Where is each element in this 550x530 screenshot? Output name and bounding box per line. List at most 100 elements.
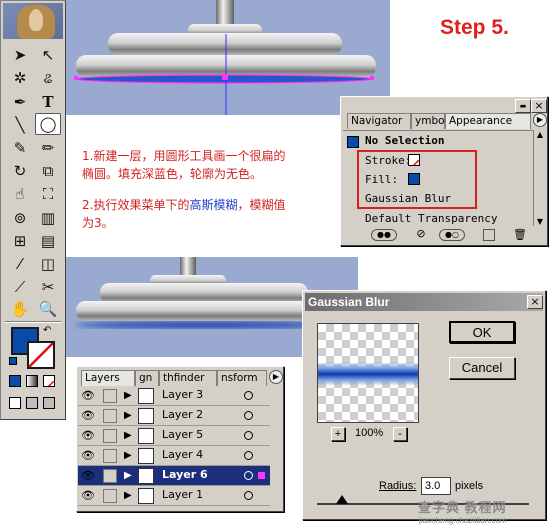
tab-layers[interactable]: Layers [81,370,135,386]
dialog-title: Gaussian Blur [305,293,543,311]
radius-input[interactable]: 3.0 [421,477,451,495]
watermark-line-2: jiaocheng.chazidian.com [419,516,507,525]
duplicate-item-icon[interactable] [483,229,495,241]
target-circle-icon[interactable] [244,391,253,400]
tab-appearance[interactable]: Appearance [445,113,531,129]
scissors-tool[interactable]: ✂ [35,276,61,298]
layer-row[interactable]: 👁 ▶ Layer 3 [78,386,270,406]
layer-row[interactable]: 👁 ▶ Layer 1 [78,486,270,506]
none-mode-button[interactable] [43,375,55,387]
layers-menu-button[interactable]: ▶ [269,370,283,384]
panel-minimize-button[interactable]: ▬ [515,99,531,113]
layer-thumbnail [138,448,154,464]
panel-menu-button[interactable]: ▶ [533,113,547,127]
zoom-out-button[interactable]: - [393,427,407,441]
mesh-tool[interactable]: ⊞ [7,230,33,252]
default-colors-icon[interactable] [9,357,17,365]
clear-appearance-icon[interactable]: ⊘ [413,228,429,241]
line-tool[interactable]: ╲ [7,114,33,136]
expand-arrow-icon[interactable]: ▶ [124,430,132,441]
visibility-eye-icon[interactable]: 👁 [81,389,95,402]
radius-label: Radius: [379,480,417,492]
target-circle-icon[interactable] [244,431,253,440]
layer-row[interactable]: 👁 ▶ Layer 4 [78,446,270,466]
visibility-eye-icon[interactable]: 👁 [81,429,95,442]
panel-scrollbar[interactable]: ▲ ▼ [533,130,546,226]
gradient-mode-button[interactable] [26,375,38,387]
lasso-tool[interactable]: ଌ [35,67,61,89]
target-circle-icon[interactable] [244,411,253,420]
selection-tool[interactable]: ➤ [7,44,33,66]
layer-row[interactable]: 👁 ▶ Layer 2 [78,406,270,426]
fill-attribute-label[interactable]: Fill: [365,173,398,186]
layer-thumbnail [138,408,154,424]
layer-row[interactable]: 👁 ▶ Layer 6 [78,466,270,486]
zoom-tool[interactable]: 🔍 [35,298,61,320]
target-circle-icon[interactable] [244,471,253,480]
stroke-attribute-label[interactable]: Stroke: [365,154,411,167]
expand-arrow-icon[interactable]: ▶ [124,490,132,501]
lock-toggle[interactable] [103,429,117,443]
panel-close-button[interactable]: × [531,99,547,113]
eyedropper-tool[interactable]: ⁄ [7,253,33,275]
column-graph-tool[interactable]: ▥ [35,207,61,229]
blend-tool[interactable]: ◫ [35,253,61,275]
lock-toggle[interactable] [103,389,117,403]
tab-transform[interactable]: nsform [217,370,267,386]
layer-row[interactable]: 👁 ▶ Layer 5 [78,426,270,446]
visibility-eye-icon[interactable]: 👁 [81,449,95,462]
expand-arrow-icon[interactable]: ▶ [124,390,132,401]
scale-tool[interactable]: ⧉ [35,160,61,182]
screen-mode-full[interactable] [43,397,55,409]
cancel-button[interactable]: Cancel [449,357,515,379]
gaussian-blur-highlight: 高斯模糊 [189,198,238,212]
lock-toggle[interactable] [103,449,117,463]
paintbrush-tool[interactable]: ✎ [7,137,33,159]
target-circle-icon[interactable] [244,491,253,500]
type-tool[interactable]: T [35,91,61,113]
free-transform-tool[interactable]: ⛶ [35,183,61,205]
tab-navigator[interactable]: Navigator [347,113,411,129]
visibility-eye-icon[interactable]: 👁 [81,409,95,422]
layer-name: Layer 5 [162,428,204,441]
screen-mode-standard[interactable] [9,397,21,409]
symbol-sprayer-tool[interactable]: ⊚ [7,207,33,229]
tab-align[interactable]: gn [135,370,159,386]
gaussian-blur-effect-item[interactable]: Gaussian Blur [365,192,451,205]
ok-button[interactable]: OK [449,321,515,343]
radius-slider-thumb[interactable] [336,495,349,504]
pencil-tool[interactable]: ✏ [35,137,61,159]
direct-selection-tool[interactable]: ↖ [35,44,61,66]
tab-pathfinder[interactable]: thfinder [159,370,217,386]
magic-wand-tool[interactable]: ✲ [7,67,33,89]
visibility-eye-icon[interactable]: 👁 [81,489,95,502]
expand-arrow-icon[interactable]: ▶ [124,410,132,421]
visibility-eye-icon[interactable]: 👁 [81,469,95,482]
lock-toggle[interactable] [103,409,117,423]
expand-arrow-icon[interactable]: ▶ [124,470,132,481]
pen-tool[interactable]: ✒ [7,91,33,113]
rotate-tool[interactable]: ↻ [7,160,33,182]
trash-icon[interactable]: 🗑 [513,228,527,241]
gradient-tool[interactable]: ▤ [35,230,61,252]
reduce-basic-icon[interactable]: ●○ [439,229,465,241]
color-mode-button[interactable] [9,375,21,387]
selection-square-icon[interactable] [258,472,265,479]
target-circle-icon[interactable] [244,451,253,460]
slice-tool[interactable]: ⟋ [7,276,33,298]
ellipse-tool[interactable]: ◯ [35,113,61,135]
zoom-in-button[interactable]: + [331,427,345,441]
expand-arrow-icon[interactable]: ▶ [124,450,132,461]
screen-mode-full-menu[interactable] [26,397,38,409]
dialog-close-button[interactable]: × [527,295,543,309]
blur-preview[interactable] [317,323,419,423]
new-art-basic-icon[interactable]: ●● [371,229,397,241]
stroke-none-swatch[interactable] [27,341,55,369]
warp-tool[interactable]: ☝ [7,183,33,205]
hand-tool[interactable]: ✋ [7,298,33,320]
lock-toggle[interactable] [103,469,117,483]
swap-colors-icon[interactable]: ↶ [43,325,51,336]
tab-symbols[interactable]: ymbol [411,113,445,129]
lock-toggle[interactable] [103,489,117,503]
instruction-line-1: 1.新建一层，用圆形工具画一个很扁的 [82,149,286,163]
